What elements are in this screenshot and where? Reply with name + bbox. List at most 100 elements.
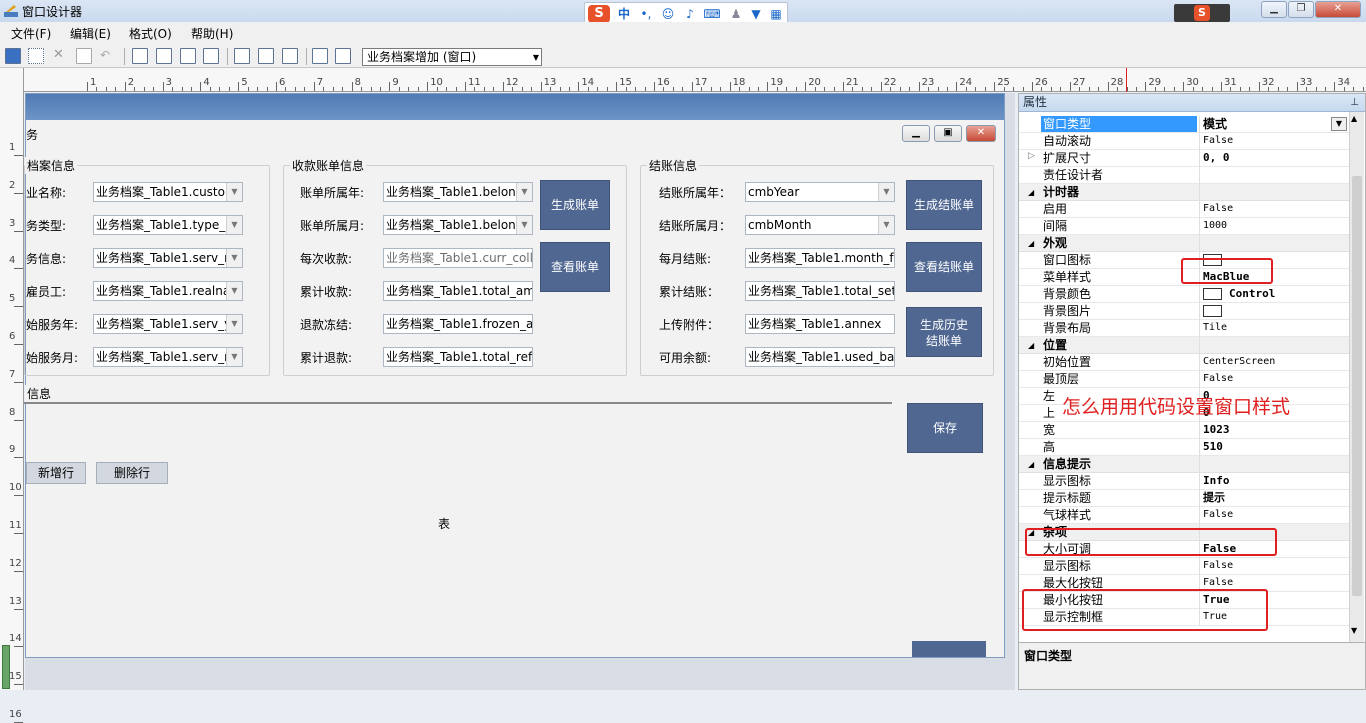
chevron-down-icon[interactable]: ▼: [516, 216, 532, 234]
designed-form[interactable]: 务 ▁ ▣ ✕ 档案信息 业名称: 务类型: 务信息: 雇员工: 始服务年: 始…: [24, 93, 1005, 658]
generate-history-settlement-button[interactable]: 生成历史 结账单: [906, 307, 982, 357]
pin-icon[interactable]: ⊥: [1350, 94, 1359, 111]
undo-icon[interactable]: ↶: [100, 48, 116, 64]
property-value[interactable]: 1023: [1203, 422, 1230, 438]
settle-month-combo[interactable]: cmbMonth ▼: [745, 215, 895, 235]
add-row-button[interactable]: 新增行: [26, 462, 86, 484]
copy-icon[interactable]: [76, 48, 92, 64]
property-row[interactable]: 背景图片: [1019, 303, 1349, 320]
expand-triangle-icon[interactable]: ▷: [1028, 151, 1035, 161]
property-scrollbar[interactable]: ▲ ▼: [1349, 112, 1364, 642]
employee-combo[interactable]: 业务档案_Table1.realna ▼: [93, 281, 243, 301]
property-value[interactable]: False: [1203, 507, 1233, 523]
same-width-icon[interactable]: [234, 48, 250, 64]
scroll-thumb[interactable]: [1352, 176, 1362, 596]
chevron-down-icon[interactable]: ▼: [878, 216, 894, 234]
bill-month-combo[interactable]: 业务档案_Table1.belon ▼: [383, 215, 533, 235]
bill-year-combo[interactable]: 业务档案_Table1.belon ▼: [383, 182, 533, 202]
menu-edit[interactable]: 编辑(E): [70, 25, 111, 42]
menu-format[interactable]: 格式(O): [129, 25, 172, 42]
skin-shirt-icon[interactable]: ▼: [747, 6, 765, 22]
sogou-tray-icon[interactable]: S: [1194, 5, 1210, 21]
form-close-icon[interactable]: ✕: [966, 125, 996, 142]
generate-bill-button[interactable]: 生成账单: [540, 180, 610, 230]
start-year-combo[interactable]: 业务档案_Table1.serv_y ▼: [93, 314, 243, 334]
refund-frozen-field[interactable]: 业务档案_Table1.frozen_ar: [383, 314, 533, 334]
attachment-field[interactable]: 业务档案_Table1.annex: [745, 314, 895, 334]
service-type-combo[interactable]: 业务档案_Table1.type_r ▼: [93, 215, 243, 235]
property-row[interactable]: 最顶层 False: [1019, 371, 1349, 388]
property-value[interactable]: Tile: [1203, 320, 1227, 336]
property-value[interactable]: 1000: [1203, 218, 1227, 234]
maximize-icon[interactable]: ❐: [1288, 1, 1314, 18]
property-row[interactable]: 显示图标 False: [1019, 558, 1349, 575]
tray-ime-indicator[interactable]: S: [1174, 4, 1230, 22]
chevron-down-icon[interactable]: ▼: [226, 282, 242, 300]
sogou-logo-icon[interactable]: S: [588, 5, 610, 23]
property-value[interactable]: False: [1203, 201, 1233, 217]
align-top-icon[interactable]: [180, 48, 196, 64]
property-value[interactable]: False: [1203, 133, 1233, 149]
property-value[interactable]: 510: [1203, 439, 1223, 455]
property-row[interactable]: 背景布局 Tile: [1019, 320, 1349, 337]
property-value[interactable]: False: [1203, 371, 1233, 387]
menu-file[interactable]: 文件(F): [11, 25, 51, 42]
align-bottom-icon[interactable]: [203, 48, 219, 64]
start-month-combo[interactable]: 业务档案_Table1.serv_r ▼: [93, 347, 243, 367]
form-minimize-icon[interactable]: ▁: [902, 125, 930, 142]
property-row[interactable]: 扩展尺寸 0, 0 ▷: [1019, 150, 1349, 167]
ime-mode-toggle[interactable]: 中: [615, 6, 633, 22]
same-size-icon[interactable]: [282, 48, 298, 64]
delete-row-button[interactable]: 删除行: [96, 462, 168, 484]
align-left-icon[interactable]: [132, 48, 148, 64]
save-all-icon[interactable]: [28, 48, 44, 64]
property-value[interactable]: Control: [1229, 286, 1275, 302]
property-row[interactable]: 显示图标 Info: [1019, 473, 1349, 490]
property-row[interactable]: 气球样式 False: [1019, 507, 1349, 524]
microphone-icon[interactable]: ♪: [681, 6, 699, 22]
scroll-down-icon[interactable]: ▼: [1351, 626, 1357, 635]
save-icon[interactable]: [5, 48, 21, 64]
save-button[interactable]: 保存: [907, 403, 983, 453]
property-row[interactable]: 自动滚动 False: [1019, 133, 1349, 150]
collapse-triangle-icon[interactable]: ◢: [1028, 188, 1034, 197]
property-row[interactable]: 启用 False: [1019, 201, 1349, 218]
property-category[interactable]: ◢ 外观: [1019, 235, 1349, 252]
available-balance-field[interactable]: 业务档案_Table1.used_bal: [745, 347, 895, 367]
table-placeholder[interactable]: 表: [438, 515, 450, 532]
property-row[interactable]: 初始位置 CenterScreen: [1019, 354, 1349, 371]
chevron-down-icon[interactable]: ▼: [878, 183, 894, 201]
user-icon[interactable]: ♟: [727, 6, 745, 22]
chevron-down-icon[interactable]: ▼: [1331, 117, 1347, 131]
property-value[interactable]: Info: [1203, 473, 1230, 489]
chevron-down-icon[interactable]: ▼: [516, 183, 532, 201]
form-bottom-button-partial[interactable]: [912, 641, 986, 657]
emoji-icon[interactable]: ☺: [659, 6, 677, 22]
collapse-triangle-icon[interactable]: ◢: [1028, 460, 1034, 469]
vertical-spacing-icon[interactable]: [312, 48, 328, 64]
minimize-icon[interactable]: ▁: [1261, 1, 1287, 18]
ime-punct-toggle[interactable]: •,: [637, 6, 655, 22]
property-category[interactable]: ◢ 信息提示: [1019, 456, 1349, 473]
each-collection-field[interactable]: 业务档案_Table1.curr_coll: [383, 248, 533, 268]
chevron-down-icon[interactable]: ▼: [226, 315, 242, 333]
property-value[interactable]: 提示: [1203, 490, 1225, 506]
total-collection-field[interactable]: 业务档案_Table1.total_amc: [383, 281, 533, 301]
view-settlement-button[interactable]: 查看结账单: [906, 242, 982, 292]
property-row[interactable]: 窗口类型 模式 ▼: [1019, 116, 1349, 133]
property-row[interactable]: 提示标题 提示: [1019, 490, 1349, 507]
chevron-down-icon[interactable]: ▼: [533, 50, 539, 66]
customer-combo[interactable]: 业务档案_Table1.custor ▼: [93, 182, 243, 202]
property-value[interactable]: 模式: [1203, 116, 1227, 132]
generate-settlement-button[interactable]: 生成结账单: [906, 180, 982, 230]
chevron-down-icon[interactable]: ▼: [226, 216, 242, 234]
total-settle-field[interactable]: 业务档案_Table1.total_setti: [745, 281, 895, 301]
form-selector-combo[interactable]: 业务档案增加 (窗口) ▼: [362, 48, 542, 66]
chevron-down-icon[interactable]: ▼: [226, 249, 242, 267]
close-icon[interactable]: ✕: [1315, 1, 1361, 18]
property-value[interactable]: False: [1203, 558, 1233, 574]
property-value[interactable]: CenterScreen: [1203, 354, 1275, 370]
collapse-triangle-icon[interactable]: ◢: [1028, 239, 1034, 248]
menu-help[interactable]: 帮助(H): [191, 25, 233, 42]
toolbox-grid-icon[interactable]: ▦: [767, 6, 785, 22]
